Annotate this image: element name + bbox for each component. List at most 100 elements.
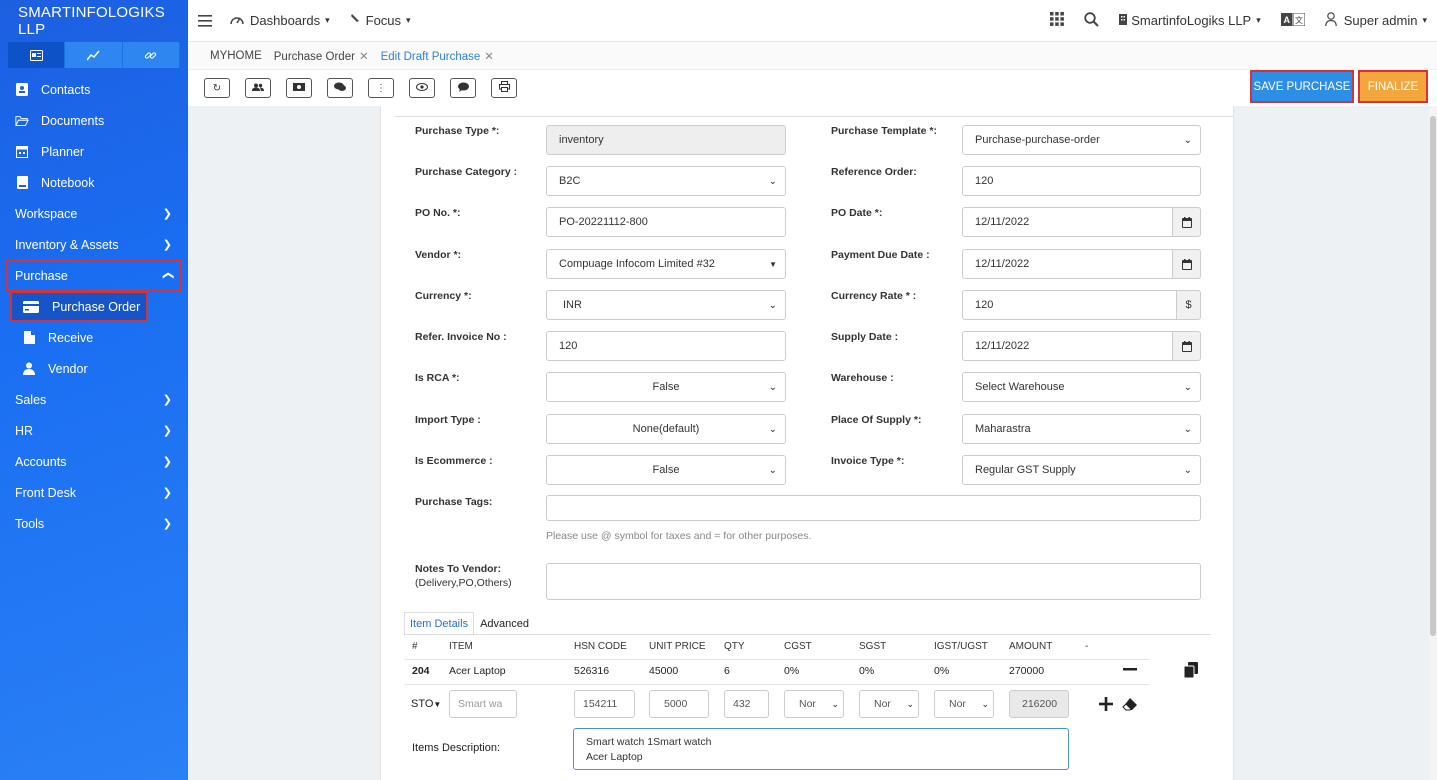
save-purchase-button[interactable]: SAVE PURCHASE [1250,70,1354,103]
money-button[interactable] [286,78,312,98]
refresh-button[interactable]: ↻ [204,78,230,98]
stock-type-dropdown[interactable]: STO▼ [411,698,441,710]
caret-down-icon: ▼ [769,259,777,269]
invoice-type-select[interactable]: Regular GST Supply ⌄ [962,455,1201,485]
sidebar-item-purchase-order[interactable]: Purchase Order [10,291,148,322]
import-type-label: Import Type : [415,414,481,426]
remove-row-icon[interactable] [1123,662,1137,679]
purchase-tags-input[interactable] [546,495,1201,521]
qty-input[interactable]: 432 [724,690,769,718]
is-rca-select[interactable]: False ⌄ [546,372,786,402]
po-no-label: PO No. *: [415,207,461,219]
items-description-textarea[interactable]: Smart watch 1Smart watch Acer Laptop [573,728,1069,770]
finalize-button[interactable]: FINALIZE [1358,70,1428,103]
tab-advanced[interactable]: Advanced [474,612,535,636]
reference-order-input[interactable]: 120 [962,166,1201,196]
brand-logo: SMARTINFOLOGIKS LLP [18,4,165,38]
chart-icon [86,50,100,60]
dashboards-menu[interactable]: Dashboards ▾ [230,13,330,28]
item-search-input[interactable]: Smart wa [449,690,517,718]
sidebar-item-vendor[interactable]: Vendor [0,353,188,384]
currency-rate-input[interactable]: 120 [962,290,1177,320]
sidebar-item-tools[interactable]: Tools ❯ [0,508,188,539]
is-ecommerce-select[interactable]: False ⌄ [546,455,786,485]
purchase-type-input[interactable]: inventory [546,125,786,155]
notes-textarea[interactable] [546,563,1201,600]
desc-line: Acer Laptop [586,751,643,763]
more-options-button[interactable]: ⋮ [368,78,394,98]
message-button[interactable] [450,78,476,98]
close-icon[interactable]: ✕ [359,51,369,63]
apps-grid-icon[interactable] [1050,12,1065,29]
sidebar-item-documents[interactable]: Documents [0,105,188,136]
select-value: B2C [559,175,581,187]
tab-edit-draft-purchase[interactable]: Edit Draft Purchase ✕ [381,49,494,63]
close-icon[interactable]: ✕ [484,51,494,63]
tab-reports[interactable] [65,42,123,68]
hsn-input[interactable]: 154211 [574,690,635,718]
sidebar-item-contacts[interactable]: Contacts [0,74,188,105]
select-value: False [652,464,680,476]
preview-button[interactable] [409,78,435,98]
tab-myhome[interactable]: MYHOME [210,50,262,62]
sidebar-item-front-desk[interactable]: Front Desk ❯ [0,477,188,508]
sidebar-item-planner[interactable]: Planner [0,136,188,167]
cgst-select[interactable]: Nor ⌄ [784,690,844,718]
add-row-icon[interactable] [1099,697,1113,714]
company-selector[interactable]: SmartinfoLogiks LLP ▾ [1119,13,1261,28]
supply-date-input[interactable]: 12/11/2022 [962,331,1173,361]
tab-purchase-order[interactable]: Purchase Order ✕ [274,49,369,63]
payment-due-input[interactable]: 12/11/2022 [962,249,1173,279]
search-icon[interactable] [1084,11,1099,30]
sgst-select[interactable]: Nor ⌄ [859,690,919,718]
language-icon[interactable]: A文 [1280,12,1306,29]
user-menu[interactable]: Super admin ▾ [1324,12,1427,29]
dashboards-label: Dashboards [250,13,321,28]
sidebar-item-notebook[interactable]: Notebook [0,167,188,198]
page-scrollbar[interactable] [1429,106,1437,780]
warehouse-label: Warehouse : [831,372,894,384]
unit-price-input[interactable]: 5000 [649,690,709,718]
vendor-select[interactable]: Compuage Infocom Limited #32 ▼ [546,249,786,279]
calendar-icon[interactable] [1173,249,1201,279]
igst-select[interactable]: Nor ⌄ [934,690,994,718]
sidebar-item-label: Vendor [48,361,88,376]
sidebar-item-hr[interactable]: HR ❯ [0,415,188,446]
hamburger-menu-icon[interactable] [198,14,212,27]
sidebar-item-label: Tools [15,516,45,531]
purchase-template-select[interactable]: Purchase-purchase-order ⌄ [962,125,1201,155]
tab-links[interactable] [122,42,180,68]
po-no-input[interactable]: PO-20221112-800 [546,207,786,237]
chevron-right-icon: ❯ [162,487,172,499]
sidebar-item-accounts[interactable]: Accounts ❯ [0,446,188,477]
eraser-icon[interactable] [1122,698,1137,714]
chevron-down-icon: ⌄ [1183,423,1192,435]
tab-modules[interactable] [8,42,66,68]
purchase-category-select[interactable]: B2C ⌄ [546,166,786,196]
copy-icon[interactable] [1183,662,1198,681]
place-supply-select[interactable]: Maharastra ⌄ [962,414,1201,444]
sidebar-item-inventory[interactable]: Inventory & Assets ❯ [0,229,188,260]
focus-menu[interactable]: Focus ▾ [348,13,411,29]
reference-order-label: Reference Order: [831,166,917,178]
sidebar-item-sales[interactable]: Sales ❯ [0,384,188,415]
comments-button[interactable] [327,78,353,98]
calendar-icon[interactable] [1173,331,1201,361]
currency-select[interactable]: INR ⌄ [546,290,786,320]
caret-down-icon: ▾ [1422,15,1427,25]
import-type-select[interactable]: None(default) ⌄ [546,414,786,444]
warehouse-select[interactable]: Select Warehouse ⌄ [962,372,1201,402]
po-date-input[interactable]: 12/11/2022 [962,207,1173,237]
print-button[interactable] [491,78,517,98]
calendar-icon[interactable] [1173,207,1201,237]
sidebar-item-workspace[interactable]: Workspace ❯ [0,198,188,229]
sidebar-item-receive[interactable]: Receive [0,322,188,353]
chevron-down-icon: ⌄ [768,381,777,393]
desc-line: Smart watch 1Smart watch [586,736,712,748]
vertical-ellipsis-icon: ⋮ [376,82,386,94]
select-value: False [652,381,680,393]
users-button[interactable] [245,78,271,98]
refer-invoice-input[interactable]: 120 [546,331,786,361]
tab-item-details[interactable]: Item Details [404,612,475,636]
sidebar-item-purchase[interactable]: Purchase ❯ [6,260,182,291]
